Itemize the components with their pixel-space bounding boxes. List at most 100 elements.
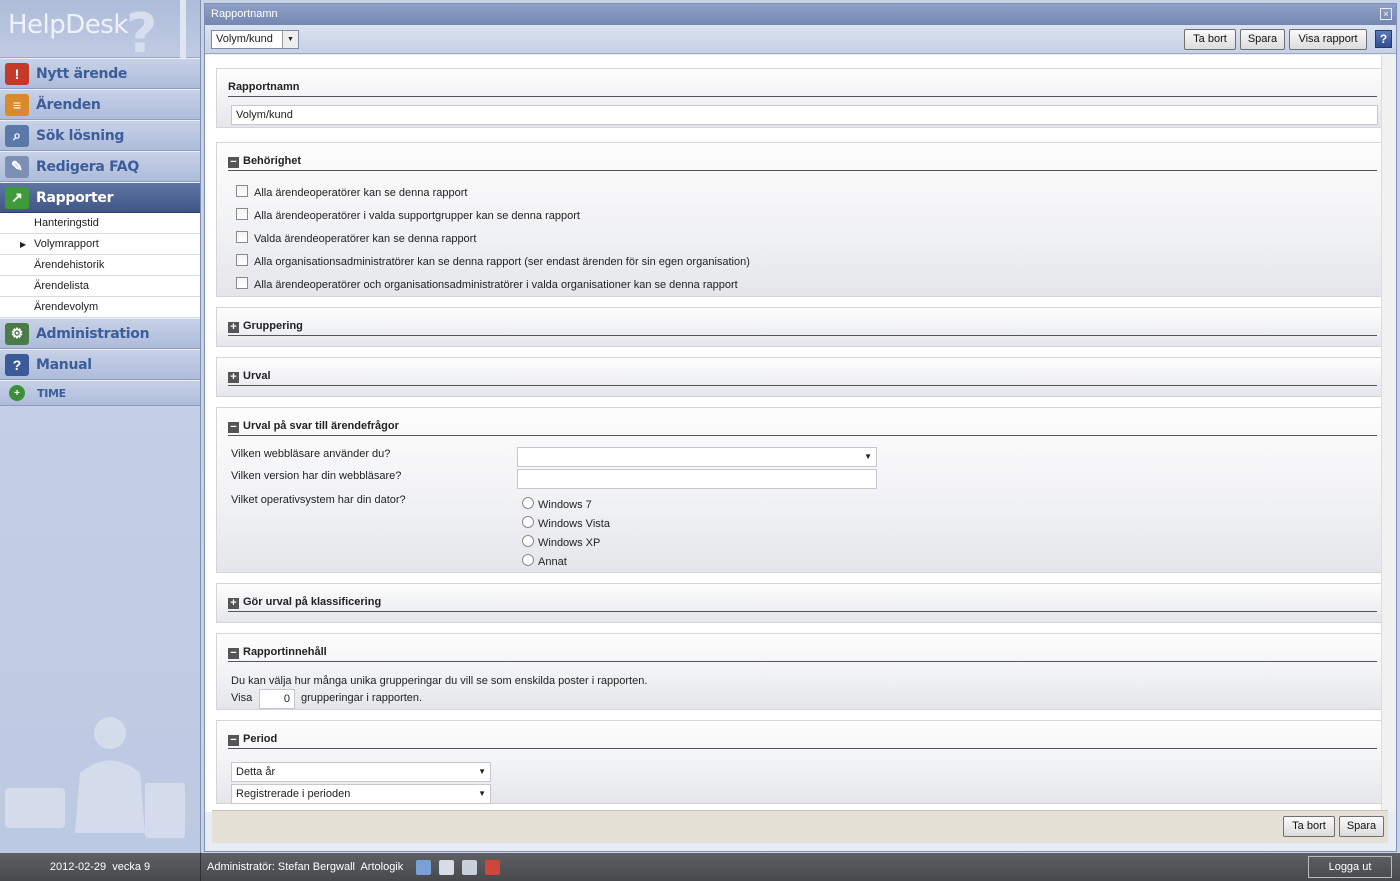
manual-icon: ? [5, 353, 29, 376]
submenu-item-hanteringstid[interactable]: Hanteringstid [0, 213, 200, 234]
report-select[interactable]: Volym/kund ▼ [211, 30, 299, 49]
expand-icon: + [228, 598, 239, 609]
section-period: − Period Detta år ▼ Registrerade i period… [216, 720, 1386, 804]
show-suffix: grupperingar i rapporten. [301, 692, 423, 704]
bottom-delete-button[interactable]: Ta bort [1283, 816, 1335, 837]
section-header[interactable]: − Behörighet [228, 153, 1377, 171]
notes-shortcut-icon[interactable] [439, 860, 454, 875]
sidebar-item-nytt-arende[interactable]: ! Nytt ärende [0, 58, 200, 89]
logo-text: HelpDesk [8, 10, 128, 40]
sidebar-item-time[interactable]: + TIME [0, 380, 200, 406]
sidebar-item-arenden[interactable]: ≡ Ärenden [0, 89, 200, 120]
section-selection: + Urval [216, 357, 1386, 397]
submenu-item-arendevolym[interactable]: Ärendevolym [0, 297, 200, 318]
sidebar-item-rapporter[interactable]: ↗ Rapporter [0, 182, 200, 213]
permission-checkbox-4[interactable] [236, 254, 248, 266]
sidebar: HelpDesk ? ! Nytt ärende ≡ Ärenden ⌕ Sök… [0, 0, 201, 853]
period-type-select[interactable]: Registrerade i perioden ▼ [231, 784, 491, 804]
new-case-icon: ! [5, 62, 29, 85]
submenu-item-label: Ärendevolym [34, 301, 99, 313]
sidebar-item-label: Manual [36, 356, 92, 373]
expand-icon: + [228, 322, 239, 333]
groupings-count-input[interactable]: 0 [259, 689, 295, 709]
bottom-save-button[interactable]: Spara [1339, 816, 1384, 837]
save-button[interactable]: Spara [1240, 29, 1285, 50]
os-radio-annat[interactable] [522, 554, 534, 566]
sidebar-item-administration[interactable]: ⚙ Administration [0, 318, 200, 349]
current-arrow-icon: ▶ [20, 240, 27, 249]
sidebar-item-label: Nytt ärende [36, 65, 128, 82]
submenu-item-volymrapport[interactable]: ▶ Volymrapport [0, 234, 200, 255]
question-os-label: Vilket operativsystem har din dator? [231, 494, 406, 506]
section-title: Urval på svar till ärendefrågor [243, 420, 399, 432]
permission-checkbox-5[interactable] [236, 277, 248, 289]
period-select-value: Detta år [236, 766, 276, 778]
bottom-action-bar: Ta bort Spara [212, 810, 1388, 843]
chevron-down-icon: ▼ [864, 452, 872, 461]
time-icon: + [9, 385, 25, 401]
section-header[interactable]: + Gruppering [228, 318, 1377, 336]
collapse-icon: − [228, 735, 239, 746]
delete-button[interactable]: Ta bort [1184, 29, 1236, 50]
sidebar-item-manual[interactable]: ? Manual [0, 349, 200, 380]
logout-button[interactable]: Logga ut [1308, 856, 1392, 878]
browser-select[interactable]: ▼ [517, 447, 877, 467]
current-date: 2012-02-29 vecka 9 [0, 853, 201, 881]
section-header[interactable]: − Period [228, 731, 1377, 749]
chevron-down-icon: ▼ [478, 789, 486, 798]
section-title: Rapportinnehåll [243, 646, 327, 658]
chevron-down-icon: ▼ [282, 31, 298, 48]
browser-version-input[interactable] [517, 469, 877, 489]
os-radio-windows-7[interactable] [522, 497, 534, 509]
permission-label-5: Alla ärendeoperatörer och organisationsa… [254, 279, 738, 291]
report-form: Rapportnamn Volym/kund − Behörighet Alla … [205, 55, 1396, 812]
section-report-name: Rapportnamn Volym/kund [216, 68, 1386, 128]
section-header[interactable]: + Gör urval på klassificering [228, 594, 1377, 612]
show-report-button[interactable]: Visa rapport [1289, 29, 1367, 50]
reports-submenu: Hanteringstid ▶ Volymrapport Ärendehisto… [0, 213, 200, 318]
sidebar-item-label: Ärenden [36, 96, 101, 113]
section-header[interactable]: + Urval [228, 368, 1377, 386]
help-icon[interactable]: ? [1375, 30, 1392, 48]
permission-label-4: Alla organisationsadministratörer kan se… [254, 256, 750, 268]
period-type-select-value: Registrerade i perioden [236, 788, 351, 800]
permission-checkbox-3[interactable] [236, 231, 248, 243]
submenu-item-arendehistorik[interactable]: Ärendehistorik [0, 255, 200, 276]
period-select[interactable]: Detta år ▼ [231, 762, 491, 782]
section-title: Rapportnamn [228, 81, 300, 93]
status-bar: 2012-02-29 vecka 9 Administratör: Stefan… [0, 853, 1400, 881]
cases-shortcut-icon[interactable] [416, 860, 431, 875]
permission-label-2: Alla ärendeoperatörer i valda supportgru… [254, 210, 580, 222]
sidebar-item-redigera-faq[interactable]: ✎ Redigera FAQ [0, 151, 200, 182]
expand-icon: + [228, 372, 239, 383]
permission-label-3: Valda ärendeoperatörer kan se denna rapp… [254, 233, 477, 245]
vertical-scrollbar[interactable] [1381, 55, 1396, 812]
support-illustration [5, 717, 185, 838]
os-option-label: Windows 7 [538, 499, 592, 511]
edit-faq-icon: ✎ [5, 155, 29, 178]
permission-checkbox-1[interactable] [236, 185, 248, 197]
edit-shortcut-icon[interactable] [462, 860, 477, 875]
close-icon[interactable]: × [1380, 8, 1392, 20]
new-case-shortcut-icon[interactable] [485, 860, 500, 875]
os-radio-windows-xp[interactable] [522, 535, 534, 547]
window-titlebar: Rapportnamn × [205, 4, 1396, 25]
report-name-input[interactable]: Volym/kund [231, 105, 1378, 125]
submenu-item-arendelista[interactable]: Ärendelista [0, 276, 200, 297]
sidebar-item-sok-losning[interactable]: ⌕ Sök lösning [0, 120, 200, 151]
submenu-item-label: Volymrapport [34, 238, 99, 250]
section-header[interactable]: − Rapportinnehåll [228, 644, 1377, 662]
section-title: Behörighet [243, 155, 302, 167]
logo-question-mark: ? [126, 2, 158, 65]
sidebar-item-label: TIME [37, 386, 66, 400]
os-radio-windows-vista[interactable] [522, 516, 534, 528]
administration-icon: ⚙ [5, 322, 29, 345]
os-option-label: Windows Vista [538, 518, 610, 530]
section-title: Gör urval på klassificering [243, 596, 382, 608]
section-header[interactable]: − Urval på svar till ärendefrågor [228, 418, 1377, 436]
logo-divider [180, 0, 186, 58]
window-title: Rapportnamn [211, 8, 278, 20]
sidebar-item-label: Redigera FAQ [36, 158, 139, 175]
os-option-label: Annat [538, 556, 567, 568]
permission-checkbox-2[interactable] [236, 208, 248, 220]
